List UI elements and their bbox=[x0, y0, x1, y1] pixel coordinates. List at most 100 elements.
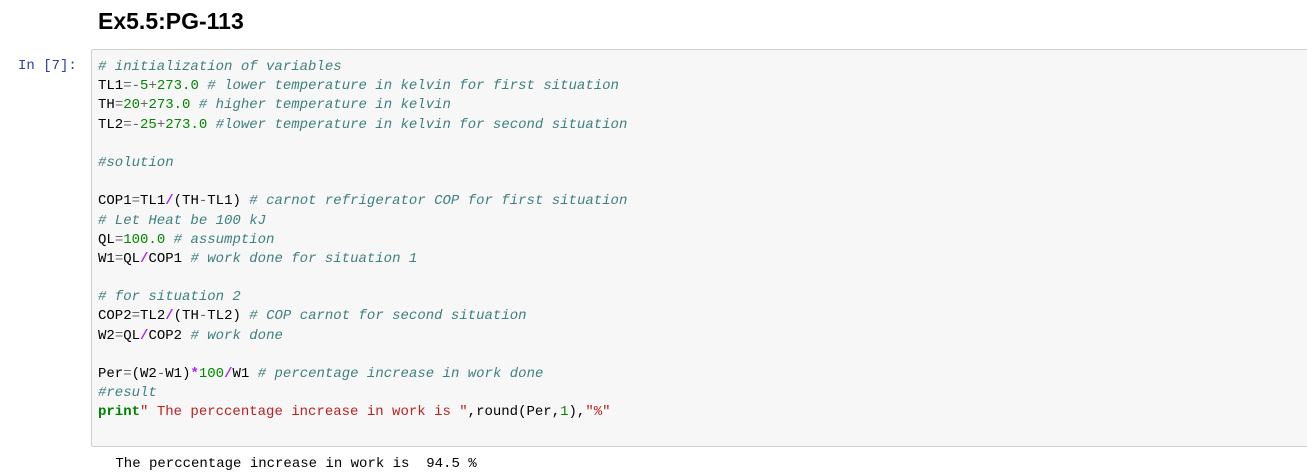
code-string: "%" bbox=[585, 404, 611, 421]
code-name: TH bbox=[182, 308, 199, 325]
code-name bbox=[190, 97, 198, 113]
code-comment: #lower temperature in kelvin for second … bbox=[215, 116, 628, 133]
code-comment: #result bbox=[98, 385, 157, 402]
code-string: " The perccentage increase in work is " bbox=[140, 404, 468, 421]
code-name: TL1 bbox=[140, 193, 166, 210]
code-keyword: print bbox=[98, 404, 141, 421]
code-operator: - bbox=[156, 366, 166, 382]
code-name: ( bbox=[173, 308, 183, 325]
code-name: QL bbox=[123, 327, 141, 344]
code-name: TL2 bbox=[140, 308, 166, 325]
code-number: 20 bbox=[123, 97, 141, 114]
code-comment: # percentage increase in work done bbox=[257, 366, 544, 382]
code-number: 100.0 bbox=[123, 231, 166, 248]
code-number: 1 bbox=[560, 404, 569, 421]
code-name: W1 bbox=[232, 366, 258, 382]
code-operator: + bbox=[156, 116, 166, 133]
code-number: 273.0 bbox=[156, 78, 199, 95]
code-name: QL bbox=[98, 231, 115, 248]
code-operator: = bbox=[123, 366, 132, 382]
code-name: ( bbox=[131, 366, 141, 382]
code-comment: # COP carnot for second situation bbox=[249, 308, 527, 325]
code-cell[interactable]: # initialization of variables TL1=-5+273.… bbox=[91, 49, 1307, 447]
code-line: #result bbox=[98, 384, 627, 403]
code-name: W1 bbox=[165, 366, 183, 382]
code-name: TL2 bbox=[98, 116, 124, 133]
code-comment: # higher temperature in kelvin bbox=[198, 97, 451, 114]
code-operator: - bbox=[198, 193, 208, 210]
code-name: COP2 bbox=[148, 327, 191, 344]
code-name: ), bbox=[568, 404, 586, 421]
code-operator: / bbox=[165, 308, 174, 325]
code-line: W1=QL/COP1 # work done for situation 1 bbox=[98, 250, 627, 269]
code-comment: # initialization of variables bbox=[98, 59, 342, 75]
code-line: COP1=TL1/(TH-TL1) # carnot refrigerator … bbox=[98, 192, 627, 211]
code-name: , bbox=[467, 404, 477, 421]
code-comment: # work done bbox=[190, 327, 283, 344]
code-operator: =- bbox=[123, 78, 141, 95]
code-name: , bbox=[551, 404, 561, 421]
code-line: TH=20+273.0 # higher temperature in kelv… bbox=[98, 96, 627, 115]
code-name: TL2 bbox=[207, 308, 233, 325]
code-operator: - bbox=[198, 308, 208, 325]
code-number: 273.0 bbox=[148, 97, 191, 114]
code-name: QL bbox=[123, 250, 141, 267]
code-line: Per=(W2-W1)*100/W1 # percentage increase… bbox=[98, 365, 627, 384]
code-name: round bbox=[476, 404, 519, 421]
code-operator: = bbox=[114, 231, 124, 248]
code-comment: # assumption bbox=[173, 231, 275, 248]
code-number: 273.0 bbox=[165, 116, 208, 133]
input-prompt: In [7]: bbox=[18, 58, 77, 74]
code-name: W1 bbox=[98, 250, 115, 267]
code-name: TL1 bbox=[98, 78, 124, 95]
code-comment: # carnot refrigerator COP for first situ… bbox=[249, 193, 628, 210]
code-operator: = bbox=[114, 97, 124, 114]
code-operator: / bbox=[165, 193, 174, 210]
code-name: TL1 bbox=[207, 193, 233, 210]
code-name: COP2 bbox=[98, 308, 132, 325]
code-operator: + bbox=[148, 78, 157, 95]
code-operator: = bbox=[114, 250, 124, 267]
section-heading: Ex5.5:PG-113 bbox=[98, 8, 244, 34]
code-comment: #solution bbox=[98, 154, 174, 171]
code-comment: # lower temperature in kelvin for first … bbox=[207, 78, 619, 95]
code-line: #solution bbox=[98, 154, 627, 173]
code-operator: / bbox=[224, 366, 233, 382]
code-number: 25 bbox=[140, 116, 157, 133]
code-line: W2=QL/COP2 # work done bbox=[98, 327, 627, 346]
cell-output: The perccentage increase in work is 94.5… bbox=[107, 456, 477, 472]
code-line: # Let Heat be 100 kJ bbox=[98, 212, 627, 231]
code-operator: =- bbox=[123, 116, 141, 133]
code-name: ( bbox=[518, 404, 527, 421]
code-name: ( bbox=[173, 193, 183, 210]
code-line: # for situation 2 bbox=[98, 288, 627, 307]
code-comment: # for situation 2 bbox=[98, 289, 241, 306]
code-name bbox=[207, 117, 215, 133]
code-number: 100 bbox=[198, 366, 225, 382]
code-line: TL2=-25+273.0 #lower temperature in kelv… bbox=[98, 116, 627, 135]
code-name: Per bbox=[98, 366, 124, 382]
code-line: TL1=-5+273.0 # lower temperature in kelv… bbox=[98, 77, 627, 96]
code-editor[interactable]: # initialization of variables TL1=-5+273.… bbox=[98, 58, 627, 423]
code-name: ) bbox=[232, 308, 250, 325]
code-comment: # work done for situation 1 bbox=[190, 250, 418, 267]
code-name: COP1 bbox=[148, 250, 191, 267]
code-line: QL=100.0 # assumption bbox=[98, 231, 627, 250]
code-name: W2 bbox=[98, 327, 115, 344]
code-line: # initialization of variables bbox=[98, 58, 627, 77]
code-line: COP2=TL2/(TH-TL2) # COP carnot for secon… bbox=[98, 307, 627, 326]
code-name: Per bbox=[526, 404, 552, 421]
code-name: TH bbox=[98, 97, 115, 114]
code-operator: = bbox=[114, 327, 124, 344]
code-line: print" The perccentage increase in work … bbox=[98, 403, 627, 422]
code-name: TH bbox=[182, 193, 199, 210]
code-comment: # Let Heat be 100 kJ bbox=[98, 212, 267, 229]
code-name: ) bbox=[232, 193, 250, 210]
code-operator: * bbox=[190, 366, 199, 382]
code-name bbox=[165, 232, 173, 248]
code-name: COP1 bbox=[98, 193, 132, 210]
